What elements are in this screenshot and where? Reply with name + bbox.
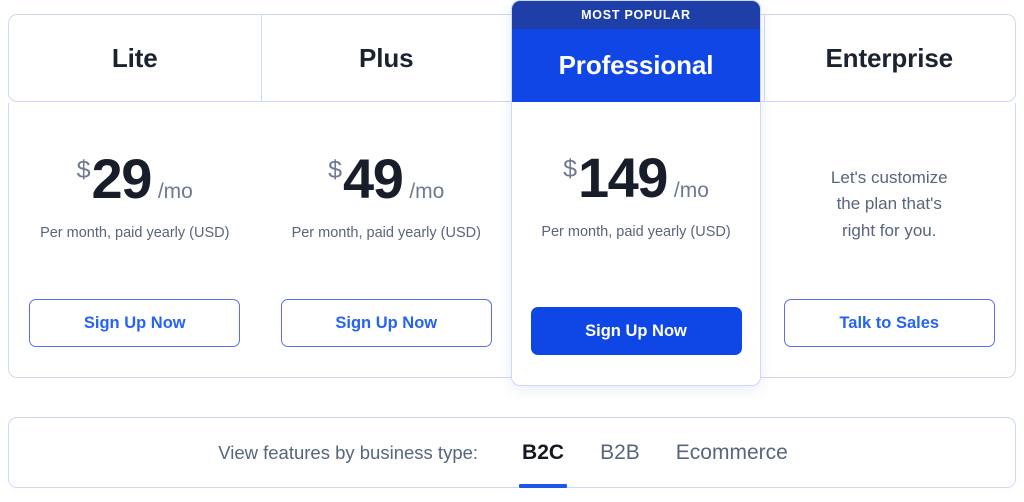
plan-name-enterprise: Enterprise <box>825 42 954 73</box>
price-currency-plus: $ <box>328 156 343 184</box>
price-amount-professional: 149 <box>577 146 668 209</box>
plan-body-professional: $ 149 /mo Per month, paid yearly (USD) S… <box>512 102 760 385</box>
plan-body-plus: $ 49 /mo Per month, paid yearly (USD) Si… <box>261 103 513 377</box>
featured-plan-card-professional: MOST POPULAR Professional $ 149 /mo Per … <box>511 0 761 386</box>
price-currency-professional: $ <box>563 155 577 183</box>
custom-copy-enterprise: Let's customize the plan that's right for … <box>830 168 948 240</box>
price-period-professional: /mo <box>673 179 709 202</box>
price-lite: $ 29 /mo <box>77 151 193 213</box>
talk-to-sales-button[interactable]: Talk to Sales <box>783 299 995 347</box>
tab-b2c[interactable]: B2C <box>504 418 582 488</box>
most-popular-badge: MOST POPULAR <box>512 1 760 29</box>
cta-wrap-plus: Sign Up Now <box>261 299 513 347</box>
price-note-lite: Per month, paid yearly (USD) <box>40 225 230 241</box>
price-professional: $ 149 /mo <box>563 150 709 212</box>
price-period-lite: /mo <box>157 180 193 203</box>
plan-body-enterprise: Let's customize the plan that's right for … <box>764 103 1016 377</box>
plan-body-lite: $ 29 /mo Per month, paid yearly (USD) Si… <box>9 103 261 377</box>
business-type-panel: View features by business type: B2C B2B … <box>8 417 1016 488</box>
cta-wrap-enterprise: Talk to Sales <box>764 299 1016 347</box>
price-plus: $ 49 /mo <box>328 151 444 213</box>
plan-name-professional: Professional <box>558 50 714 80</box>
signup-button-lite[interactable]: Sign Up Now <box>29 299 241 347</box>
tab-b2b[interactable]: B2B <box>582 418 658 487</box>
price-amount-lite: 29 <box>91 147 153 210</box>
signup-button-professional[interactable]: Sign Up Now <box>530 307 742 355</box>
pricing-table: Lite Plus Enterprise $ 29 /mo Per month,… <box>0 0 1024 502</box>
plan-header-professional: Professional <box>512 29 760 102</box>
business-type-tabs: B2C B2B Ecommerce <box>504 418 806 488</box>
cta-wrap-professional: Sign Up Now <box>512 307 760 355</box>
plan-name-lite: Lite <box>111 42 158 73</box>
tab-ecommerce[interactable]: Ecommerce <box>658 418 806 487</box>
price-note-plus: Per month, paid yearly (USD) <box>291 225 481 241</box>
cta-wrap-lite: Sign Up Now <box>9 299 261 347</box>
signup-button-plus[interactable]: Sign Up Now <box>280 299 492 347</box>
price-note-professional: Per month, paid yearly (USD) <box>541 224 731 240</box>
plan-header-plus: Plus <box>260 15 513 101</box>
plan-header-lite: Lite <box>9 15 261 101</box>
plan-header-enterprise: Enterprise <box>763 15 1016 101</box>
plan-name-plus: Plus <box>358 42 414 73</box>
price-amount-plus: 49 <box>343 147 404 210</box>
price-currency-lite: $ <box>76 156 91 184</box>
price-period-plus: /mo <box>409 180 445 203</box>
business-type-label: View features by business type: <box>218 441 479 463</box>
